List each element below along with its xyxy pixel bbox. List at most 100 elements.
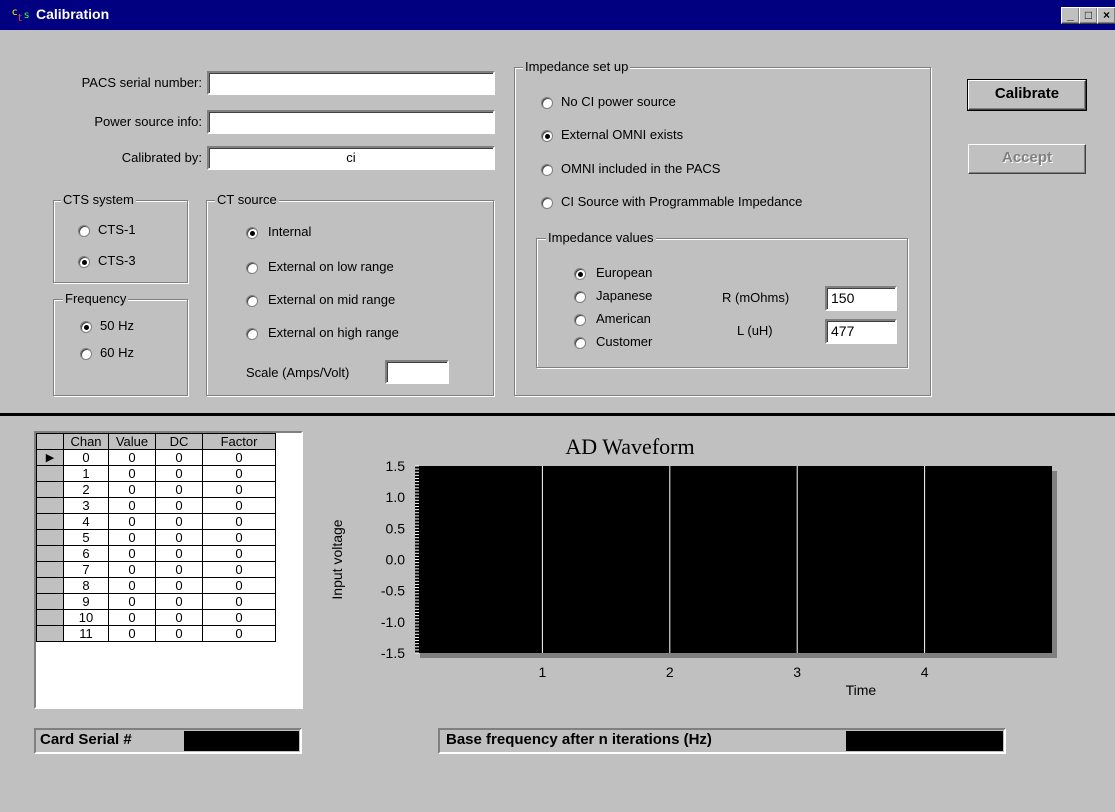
minimize-button[interactable]: _ [1061, 7, 1080, 24]
table-cell-dc[interactable]: 0 [155, 577, 203, 594]
row-selector[interactable] [36, 513, 64, 530]
table-cell-value[interactable]: 0 [108, 545, 156, 562]
accept-button[interactable]: Accept [968, 144, 1086, 174]
table-cell-value[interactable]: 0 [108, 465, 156, 482]
table-cell-value[interactable]: 0 [108, 609, 156, 626]
table-row[interactable]: 2000 [36, 481, 276, 498]
table-cell-dc[interactable]: 0 [155, 497, 203, 514]
column-header-value[interactable]: Value [108, 433, 156, 450]
table-cell-factor[interactable]: 0 [202, 609, 276, 626]
scale-input[interactable] [385, 360, 449, 384]
table-cell-value[interactable]: 0 [108, 561, 156, 578]
row-selector[interactable] [36, 529, 64, 546]
omni-included-radio[interactable] [541, 164, 553, 176]
table-row[interactable]: 5000 [36, 529, 276, 546]
row-selector[interactable] [36, 577, 64, 594]
table-cell-chan[interactable]: 9 [63, 593, 109, 610]
table-cell-value[interactable]: 0 [108, 625, 156, 642]
table-cell-factor[interactable]: 0 [202, 449, 276, 466]
table-cell-chan[interactable]: 1 [63, 465, 109, 482]
external-mid-radio[interactable] [246, 295, 258, 307]
table-row[interactable]: 6000 [36, 545, 276, 562]
table-cell-factor[interactable]: 0 [202, 481, 276, 498]
table-cell-dc[interactable]: 0 [155, 609, 203, 626]
calibrated-by-input[interactable]: ci [207, 146, 495, 170]
row-selector[interactable] [36, 465, 64, 482]
row-selector[interactable] [36, 561, 64, 578]
cts-3-radio[interactable] [78, 256, 90, 268]
table-cell-chan[interactable]: 5 [63, 529, 109, 546]
row-selector[interactable] [36, 497, 64, 514]
current-row-indicator[interactable]: ▶ [36, 449, 64, 466]
table-cell-value[interactable]: 0 [108, 513, 156, 530]
table-row[interactable]: 9000 [36, 593, 276, 610]
table-cell-chan[interactable]: 0 [63, 449, 109, 466]
row-selector[interactable] [36, 609, 64, 626]
pacs-serial-input[interactable] [207, 71, 495, 95]
channel-table[interactable]: Chan Value DC Factor ▶ 0 0 0 0 1 0 0 0 2 0 0 0 3 0 0 0 4 0… [34, 431, 303, 709]
table-cell-value[interactable]: 0 [108, 529, 156, 546]
table-cell-dc[interactable]: 0 [155, 545, 203, 562]
table-cell-factor[interactable]: 0 [202, 625, 276, 642]
table-row[interactable]: 10 0 0 0 [36, 609, 276, 626]
50hz-radio[interactable] [80, 321, 92, 333]
r-mohms-input[interactable]: 150 [825, 286, 897, 311]
table-cell-dc[interactable]: 0 [155, 513, 203, 530]
60hz-radio[interactable] [80, 348, 92, 360]
customer-radio[interactable] [574, 337, 586, 349]
calibrate-button[interactable]: Calibrate [967, 79, 1087, 111]
table-row[interactable]: 1000 [36, 465, 276, 482]
column-header-chan[interactable]: Chan [63, 433, 109, 450]
row-selector[interactable] [36, 625, 64, 642]
table-cell-dc[interactable]: 0 [155, 625, 203, 642]
close-button[interactable]: × [1097, 7, 1115, 24]
cts-1-radio[interactable] [78, 225, 90, 237]
table-cell-value[interactable]: 0 [108, 449, 156, 466]
table-cell-factor[interactable]: 0 [202, 497, 276, 514]
european-radio[interactable] [574, 268, 586, 280]
american-radio[interactable] [574, 314, 586, 326]
table-cell-chan[interactable]: 6 [63, 545, 109, 562]
table-cell-factor[interactable]: 0 [202, 513, 276, 530]
table-cell-dc[interactable]: 0 [155, 529, 203, 546]
table-row[interactable]: 8000 [36, 577, 276, 594]
table-cell-chan[interactable]: 11 [63, 625, 109, 642]
table-row[interactable]: 11 0 0 0 [36, 625, 276, 642]
l-uh-input[interactable]: 477 [825, 319, 897, 344]
table-cell-chan[interactable]: 2 [63, 481, 109, 498]
row-selector[interactable] [36, 481, 64, 498]
table-cell-chan[interactable]: 4 [63, 513, 109, 530]
table-cell-value[interactable]: 0 [108, 481, 156, 498]
table-cell-factor[interactable]: 0 [202, 561, 276, 578]
table-cell-chan[interactable]: 3 [63, 497, 109, 514]
table-cell-dc[interactable]: 0 [155, 561, 203, 578]
column-header-factor[interactable]: Factor [202, 433, 276, 450]
table-cell-factor[interactable]: 0 [202, 593, 276, 610]
power-source-input[interactable] [207, 110, 495, 134]
table-cell-dc[interactable]: 0 [155, 449, 203, 466]
table-cell-chan[interactable]: 8 [63, 577, 109, 594]
external-high-radio[interactable] [246, 328, 258, 340]
column-header-dc[interactable]: DC [155, 433, 203, 450]
no-ci-power-radio[interactable] [541, 97, 553, 109]
table-cell-dc[interactable]: 0 [155, 481, 203, 498]
table-cell-chan[interactable]: 7 [63, 561, 109, 578]
table-cell-value[interactable]: 0 [108, 577, 156, 594]
row-selector[interactable] [36, 545, 64, 562]
table-cell-value[interactable]: 0 [108, 497, 156, 514]
table-cell-factor[interactable]: 0 [202, 545, 276, 562]
table-cell-value[interactable]: 0 [108, 593, 156, 610]
internal-radio[interactable] [246, 227, 258, 239]
table-cell-factor[interactable]: 0 [202, 465, 276, 482]
table-cell-dc[interactable]: 0 [155, 465, 203, 482]
table-row[interactable]: 7000 [36, 561, 276, 578]
external-low-radio[interactable] [246, 262, 258, 274]
table-row[interactable]: 4000 [36, 513, 276, 530]
row-selector[interactable] [36, 593, 64, 610]
table-row[interactable]: 3000 [36, 497, 276, 514]
table-cell-factor[interactable]: 0 [202, 529, 276, 546]
table-cell-factor[interactable]: 0 [202, 577, 276, 594]
table-row[interactable]: ▶ 0 0 0 0 [36, 449, 276, 466]
maximize-button[interactable]: □ [1079, 7, 1098, 24]
external-omni-radio[interactable] [541, 130, 553, 142]
